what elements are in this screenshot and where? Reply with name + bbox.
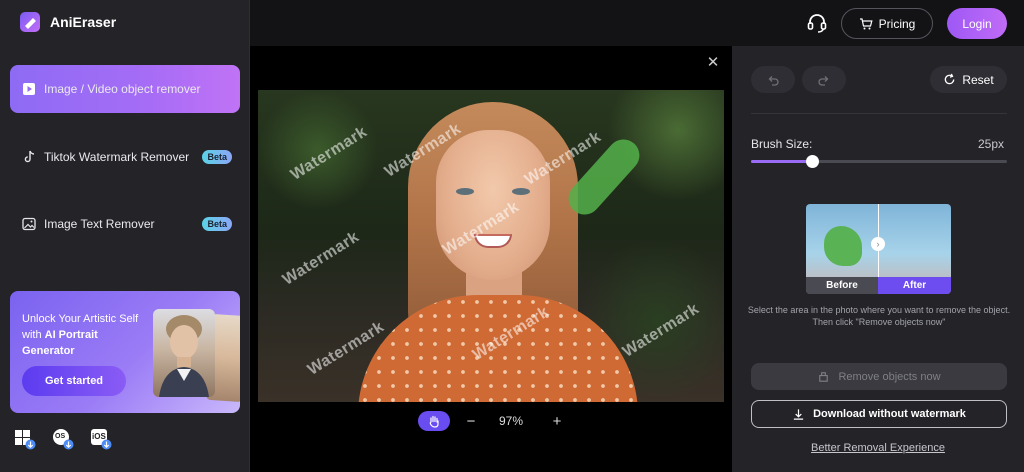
headset-icon[interactable] [806,12,828,34]
zoom-controls: − 97% + [418,410,568,432]
platform-downloads: OS iOS [14,428,112,450]
close-icon[interactable]: ✕ [706,55,720,70]
preview-paint-mark [824,226,862,266]
ios-label: iOS [92,432,106,441]
zoom-level: 97% [498,414,524,428]
app-name: AniEraser [50,14,117,30]
beta-badge: Beta [202,150,232,164]
brush-size-slider[interactable] [751,155,1007,168]
editor-canvas: ✕ Watermark Watermark Watermark Watermar… [250,46,732,472]
beta-badge: Beta [202,217,232,231]
reset-label: Reset [962,72,994,87]
pricing-button[interactable]: Pricing [841,8,933,39]
download-icon [793,408,804,420]
eraser-icon [819,372,829,382]
ai-portrait-promo[interactable]: Unlock Your Artistic Self with AI Portra… [10,291,240,413]
download-label: Download without watermark [813,408,966,420]
photo-eye-right [512,188,530,195]
hand-tool-button[interactable] [418,411,450,431]
pricing-label: Pricing [878,16,916,31]
ios-download-icon[interactable]: iOS [90,428,112,450]
before-after-preview: › Before After [806,204,951,294]
sidebar-item-label: Image Text Remover [44,217,155,231]
windows-download-icon[interactable] [14,428,36,450]
divider [751,113,1007,114]
login-button[interactable]: Login [947,8,1007,39]
hand-icon [429,415,439,428]
redo-button[interactable] [802,66,846,93]
download-button[interactable]: Download without watermark [751,400,1007,428]
watermark-text: Watermark [619,300,703,361]
photo-face [436,130,550,280]
zoom-out-button[interactable]: − [462,413,480,430]
sidebar-item-label: Tiktok Watermark Remover [44,150,190,164]
before-label: Before [806,277,878,294]
watermark-text: Watermark [279,228,363,289]
remove-objects-button[interactable]: Remove objects now [751,363,1007,390]
reset-button[interactable]: Reset [930,66,1007,93]
undo-button[interactable] [751,66,795,93]
undo-icon [768,75,779,86]
macos-label: OS [55,433,66,440]
top-bar: Pricing Login [250,0,1024,46]
chevron-right-icon: › [871,237,885,251]
promo-text: Unlock Your Artistic Self with AI Portra… [22,311,142,359]
watermark-text: Watermark [287,123,371,184]
get-started-button[interactable]: Get started [22,366,126,396]
instruction-text: Select the area in the photo where you w… [747,305,1011,327]
tiktok-icon [22,150,36,164]
play-square-icon [22,82,36,96]
sidebar: AniEraser Image / Video object remover T… [0,0,250,472]
better-removal-link[interactable]: Better Removal Experience [732,442,1024,454]
app-logo[interactable]: AniEraser [18,10,116,34]
after-label: After [878,277,951,294]
slider-fill [751,160,813,163]
reset-icon [945,73,955,85]
aniEraser-logo-icon [20,12,40,32]
sidebar-item-label: Image / Video object remover [44,82,201,96]
sidebar-item-object-remover[interactable]: Image / Video object remover [10,65,240,113]
brush-size-label: Brush Size: [751,137,813,151]
tool-panel: Reset Brush Size: 25px › Before After Se… [732,46,1024,472]
cart-icon [859,17,873,29]
sidebar-item-tiktok-watermark[interactable]: Tiktok Watermark Remover Beta [10,133,240,181]
editing-photo[interactable]: Watermark Watermark Watermark Watermark … [258,90,724,402]
macos-download-icon[interactable]: OS [52,428,74,450]
slider-knob[interactable] [806,155,820,168]
redo-icon [818,75,829,86]
remove-objects-label: Remove objects now [838,370,941,383]
brush-size-value: 25px [978,137,1005,151]
promo-portrait-image [153,309,215,397]
sidebar-item-image-text-remover[interactable]: Image Text Remover Beta [10,200,240,248]
photo-eye-left [456,188,474,195]
zoom-in-button[interactable]: + [548,413,566,430]
image-icon [22,217,36,231]
